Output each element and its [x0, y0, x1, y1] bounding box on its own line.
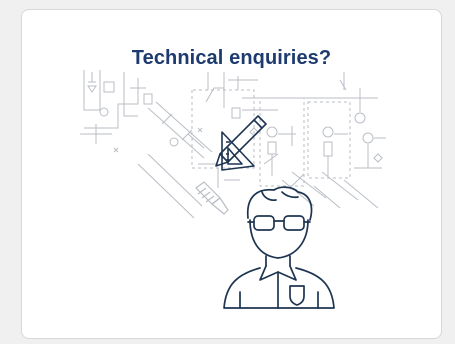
technical-enquiries-card[interactable]: Technical enquiries? [21, 9, 442, 339]
card-title: Technical enquiries? [131, 47, 332, 69]
illustration-svg [80, 70, 386, 309]
technician-figure [223, 186, 335, 309]
drafting-tools-icon [215, 115, 267, 171]
technician-with-schematic-icon [78, 68, 388, 316]
screwdriver-icon [195, 181, 229, 215]
